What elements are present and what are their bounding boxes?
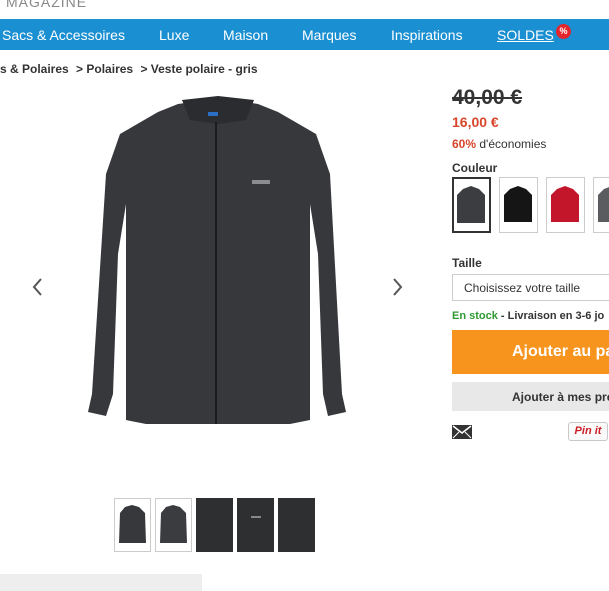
nav-item-soldes[interactable]: SOLDES xyxy=(497,27,554,43)
nav-item-luxe[interactable]: Luxe xyxy=(159,27,189,43)
bottom-bar xyxy=(0,574,202,591)
add-to-cart-button[interactable]: Ajouter au pa xyxy=(452,330,609,374)
in-stock-label: En stock xyxy=(452,310,498,322)
size-label: Taille xyxy=(452,256,482,270)
magazine-label: MAGAZINE xyxy=(6,0,88,10)
main-nav: Sacs & Accessoires Luxe Maison Marques I… xyxy=(0,19,609,50)
nav-item-inspirations[interactable]: Inspirations xyxy=(391,27,463,43)
email-share-icon[interactable] xyxy=(452,425,472,439)
sale-badge: % xyxy=(556,24,571,39)
thumbnail-front[interactable] xyxy=(114,498,151,552)
breadcrumb-item-polaires-category[interactable]: s & Polaires xyxy=(0,62,69,76)
thumbnail-detail-pocket[interactable] xyxy=(278,498,315,552)
color-swatch-dark-grey[interactable] xyxy=(593,177,609,233)
thumbnail-worn[interactable] xyxy=(155,498,192,552)
old-price: 40,00 € xyxy=(452,86,523,109)
nav-item-sacs-accessoires[interactable]: Sacs & Accessoires xyxy=(2,27,125,43)
next-image-arrow-icon[interactable] xyxy=(389,276,405,298)
stock-status: En stock - Livraison en 3-6 jo xyxy=(452,310,604,322)
product-main-image xyxy=(88,96,346,424)
color-swatch-black[interactable] xyxy=(499,177,538,233)
breadcrumb-item-current: > Veste polaire - gris xyxy=(140,62,258,76)
size-select[interactable]: Choisissez votre taille xyxy=(452,274,609,301)
color-label: Couleur xyxy=(452,161,498,175)
nav-item-maison[interactable]: Maison xyxy=(223,27,268,43)
add-to-wishlist-button[interactable]: Ajouter à mes pré xyxy=(452,382,609,411)
delivery-text: - Livraison en 3-6 jo xyxy=(497,310,605,322)
sale-price: 16,00 € xyxy=(452,114,499,130)
color-swatch-red[interactable] xyxy=(546,177,585,233)
savings-percentage: 60% xyxy=(452,137,477,151)
nav-item-marques[interactable]: Marques xyxy=(302,27,356,43)
breadcrumb-item-polaires[interactable]: > Polaires xyxy=(76,62,133,76)
savings-text: 60% d'économies xyxy=(452,137,546,151)
color-swatch-grey[interactable] xyxy=(452,177,491,233)
thumbnail-detail-collar[interactable] xyxy=(196,498,233,552)
pinterest-pin-it-button[interactable]: Pin it xyxy=(568,422,608,441)
breadcrumb: s & Polaires > Polaires > Veste polaire … xyxy=(0,62,262,76)
previous-image-arrow-icon[interactable] xyxy=(30,276,46,298)
thumbnail-detail-logo[interactable] xyxy=(237,498,274,552)
savings-label: d'économies xyxy=(479,137,547,151)
